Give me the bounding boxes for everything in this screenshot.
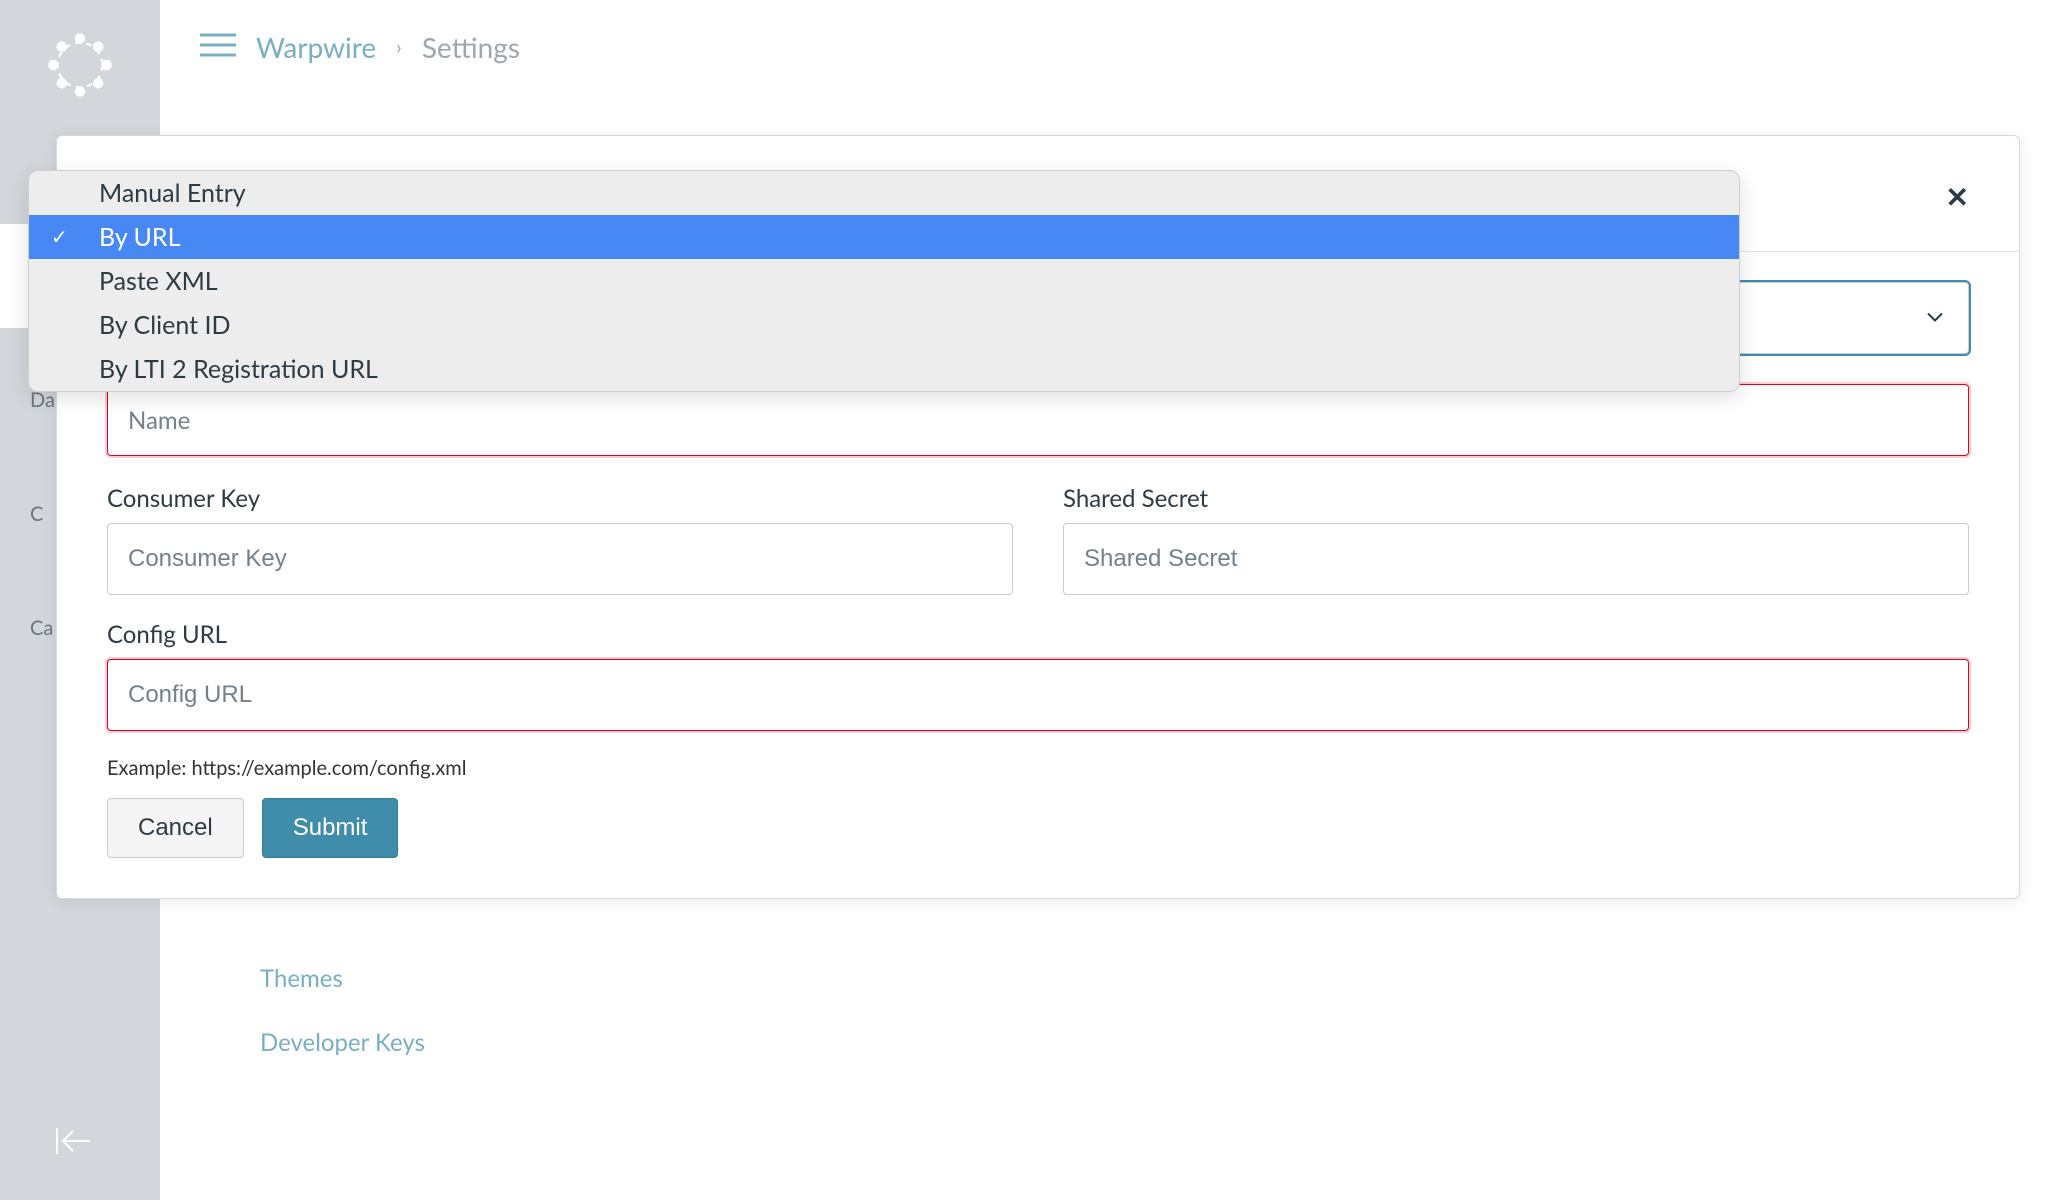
dropdown-option-by-client-id[interactable]: By Client ID xyxy=(29,303,1739,347)
config-url-input[interactable] xyxy=(107,659,1969,731)
shared-secret-input[interactable] xyxy=(1063,523,1969,595)
submit-button[interactable]: Submit xyxy=(262,798,399,858)
close-icon[interactable]: ✕ xyxy=(1946,179,1969,214)
consumer-key-input[interactable] xyxy=(107,523,1013,595)
check-icon: ✓ xyxy=(51,225,68,249)
dropdown-option-paste-xml[interactable]: Paste XML xyxy=(29,259,1739,303)
config-url-helper: Example: https://example.com/config.xml xyxy=(107,756,1969,780)
dropdown-option-manual-entry[interactable]: Manual Entry xyxy=(29,171,1739,215)
dropdown-option-label: By URL xyxy=(99,222,180,252)
cancel-button[interactable]: Cancel xyxy=(107,798,244,858)
modal-buttons: Cancel Submit xyxy=(107,798,1969,858)
config-url-label: Config URL xyxy=(107,620,1969,649)
name-input[interactable]: Name xyxy=(107,384,1969,456)
config-type-dropdown: Manual Entry ✓ By URL Paste XML By Clien… xyxy=(28,170,1740,392)
consumer-key-label: Consumer Key xyxy=(107,484,1013,513)
dropdown-option-by-url[interactable]: ✓ By URL xyxy=(29,215,1739,259)
shared-secret-label: Shared Secret xyxy=(1063,484,1969,513)
dropdown-option-by-lti2[interactable]: By LTI 2 Registration URL xyxy=(29,347,1739,391)
